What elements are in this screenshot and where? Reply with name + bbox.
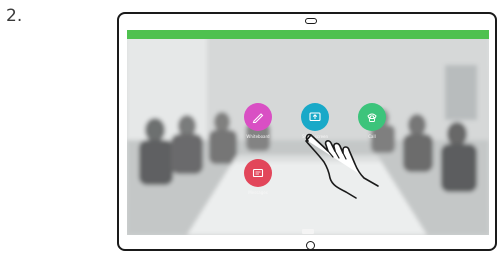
pen-icon xyxy=(252,113,264,124)
messages-label: Messages xyxy=(248,190,268,195)
screen-share-icon xyxy=(309,112,321,122)
messages-circle xyxy=(244,159,272,187)
bottom-tab[interactable] xyxy=(302,229,314,234)
camera-icon xyxy=(305,18,317,24)
call-circle xyxy=(358,103,386,131)
message-icon xyxy=(252,168,264,178)
share-circle xyxy=(301,103,329,131)
whiteboard-label: Whiteboard xyxy=(246,134,270,139)
home-button[interactable] xyxy=(306,241,315,250)
title-bar xyxy=(127,30,489,39)
whiteboard-circle xyxy=(244,103,272,131)
messages-button[interactable]: Messages xyxy=(238,159,278,195)
phone-icon xyxy=(367,113,377,122)
step-number: 2. xyxy=(6,6,23,26)
whiteboard-button[interactable]: Whiteboard xyxy=(238,103,278,139)
tap-hand-icon xyxy=(305,133,379,199)
